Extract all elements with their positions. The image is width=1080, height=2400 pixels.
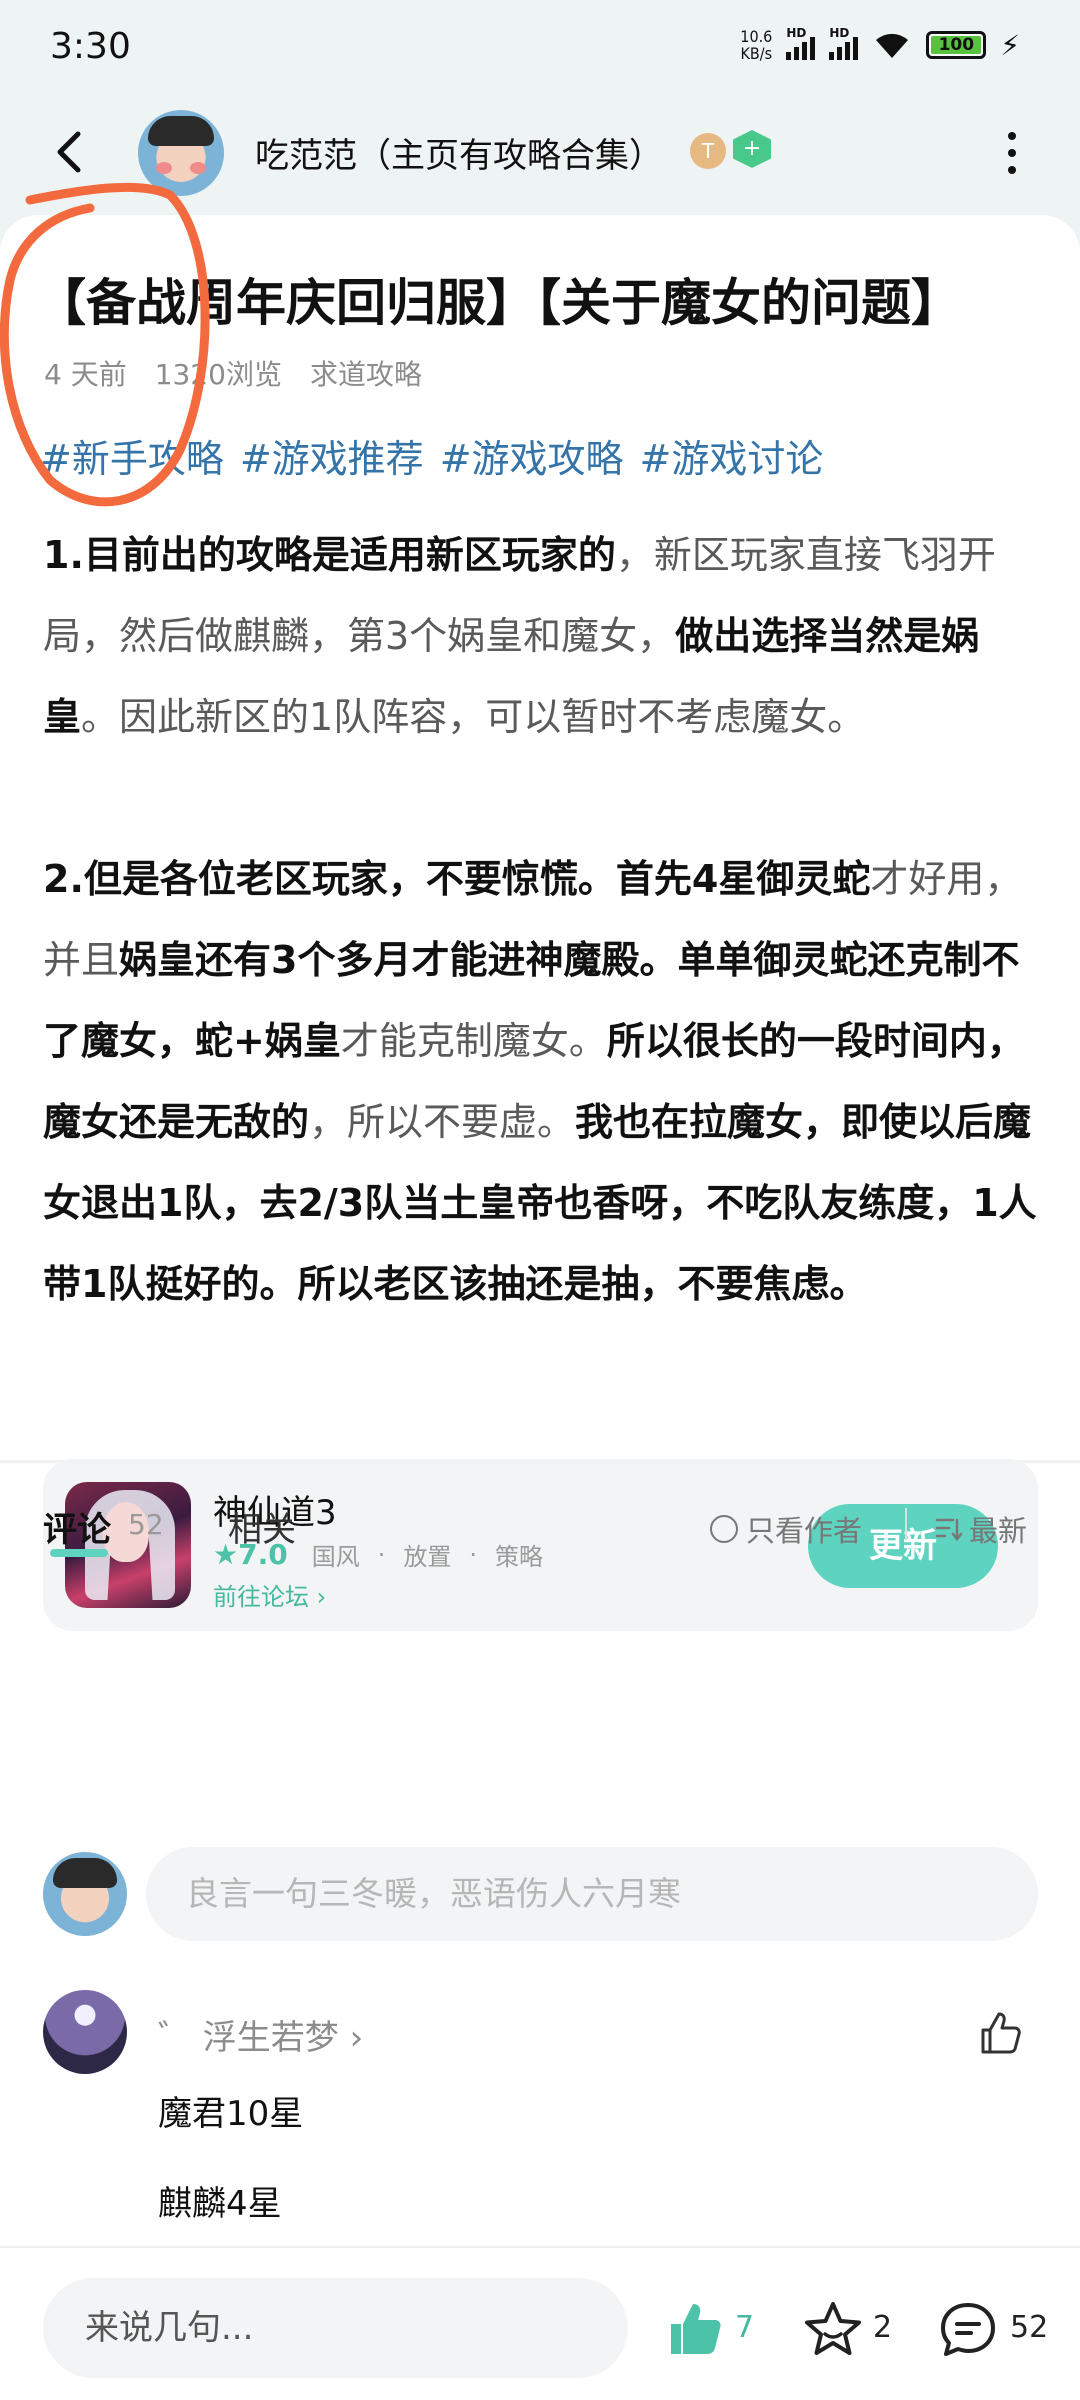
post-views: 1320浏览: [154, 358, 282, 391]
forum-link[interactable]: 前往论坛 ›: [213, 1577, 326, 1612]
post-title: 【备战周年庆回归服】【关于魔女的问题】: [36, 274, 961, 332]
post-tags: #新手攻略 #游戏推荐 #游戏攻略 #游戏讨论: [40, 428, 823, 483]
separator-dot: ·: [469, 1540, 477, 1569]
genre-tag: 国风: [311, 1543, 360, 1571]
sort-icon: [935, 1518, 963, 1542]
genre-tag: 策略: [494, 1543, 543, 1571]
tab-related[interactable]: 相关: [228, 1502, 296, 1551]
post-body: 1.目前出的攻略是适用新区玩家的，新区玩家直接飞羽开局，然后做麒麟，第3个娲皇和…: [43, 515, 1043, 1325]
battery-level: 100: [938, 35, 975, 55]
my-avatar: [43, 1852, 127, 1936]
status-icons: 10.6 KB/s HD HD 100 ⚡: [740, 26, 1020, 62]
tag-link[interactable]: #游戏讨论: [640, 428, 824, 483]
sort-button[interactable]: 最新: [935, 1508, 1027, 1550]
signal-hd-label: HD: [786, 26, 807, 40]
bottom-comment-input[interactable]: 来说几句...: [43, 2278, 628, 2378]
comment-input[interactable]: 良言一句三冬暖，恶语伤人六月寒: [146, 1847, 1038, 1941]
more-icon[interactable]: [1000, 132, 1024, 178]
comment-text-line: 麒麟4星: [158, 2184, 282, 2224]
like-count: 7: [735, 2310, 755, 2345]
post-header: 吃范范（主页有攻略合集） T +: [0, 100, 1080, 210]
commenter-avatar[interactable]: [43, 1990, 127, 2074]
charging-icon: ⚡: [1000, 28, 1020, 62]
radio-circle-icon: [710, 1515, 738, 1543]
thumbs-up-icon[interactable]: [975, 2008, 1025, 2058]
comment-icon[interactable]: [938, 2300, 998, 2358]
game-card[interactable]: 神仙道3 ★7.0 国风 · 放置 · 策略 前往论坛 › 更新: [43, 1459, 1038, 1631]
favorite-count: 2: [873, 2310, 893, 2345]
status-bar: 3:30 10.6 KB/s HD HD 100 ⚡: [0, 0, 1080, 100]
like-icon[interactable]: [665, 2300, 725, 2358]
post-meta: 4 天前 1320浏览 求道攻略: [44, 353, 422, 393]
post-card: 【备战周年庆回归服】【关于魔女的问题】 4 天前 1320浏览 求道攻略 #新手…: [0, 215, 1080, 2400]
tag-link[interactable]: #新手攻略: [40, 428, 224, 483]
commenter-name[interactable]: ゛ 浮生若梦 ›: [158, 2010, 363, 2059]
net-speed-unit: KB/s: [740, 44, 773, 63]
follow-badge: +: [733, 130, 771, 168]
net-speed: 10.6 KB/s: [740, 28, 772, 62]
section-divider: [0, 1460, 1080, 1463]
comment-text-line: 魔君10星: [158, 2094, 304, 2134]
sort-divider: [905, 1508, 907, 1540]
genre-tag: 放置: [403, 1543, 452, 1571]
battery-icon: 100: [926, 31, 987, 59]
comment-count: 52: [128, 1508, 164, 1541]
author-name[interactable]: 吃范范（主页有攻略合集）: [255, 128, 663, 177]
post-category[interactable]: 求道攻略: [310, 353, 422, 393]
only-author-toggle[interactable]: 只看作者: [710, 1508, 862, 1550]
star-icon[interactable]: [803, 2300, 863, 2358]
signal-icon-2: HD: [829, 26, 859, 60]
post-time: 4 天前: [44, 358, 127, 391]
tag-link[interactable]: #游戏推荐: [240, 428, 424, 483]
sort-label: 最新: [969, 1514, 1028, 1548]
level-badge: T: [690, 133, 726, 169]
tab-comments[interactable]: 评论: [43, 1502, 111, 1551]
tab-active-indicator: [50, 1549, 108, 1557]
separator-dot: ·: [377, 1540, 386, 1569]
comment-count-bottom: 52: [1010, 2310, 1049, 2345]
signal-hd-label-2: HD: [829, 26, 850, 40]
net-speed-value: 10.6: [740, 27, 773, 46]
tag-link[interactable]: #游戏攻略: [440, 428, 624, 483]
paragraph-2: 2.但是各位老区玩家，不要惊慌。首先4星御灵蛇才好用，并且娲皇还有3个多月才能进…: [43, 857, 1037, 1306]
bottom-bar: 来说几句... 7 2 52: [0, 2246, 1080, 2400]
signal-icon: HD: [786, 26, 816, 60]
paragraph-1: 1.目前出的攻略是适用新区玩家的，新区玩家直接飞羽开局，然后做麒麟，第3个娲皇和…: [43, 533, 996, 739]
wifi-icon: [876, 33, 909, 58]
only-author-label: 只看作者: [746, 1514, 863, 1548]
back-icon[interactable]: [40, 122, 100, 182]
status-time: 3:30: [50, 26, 131, 67]
author-avatar[interactable]: [138, 110, 224, 196]
